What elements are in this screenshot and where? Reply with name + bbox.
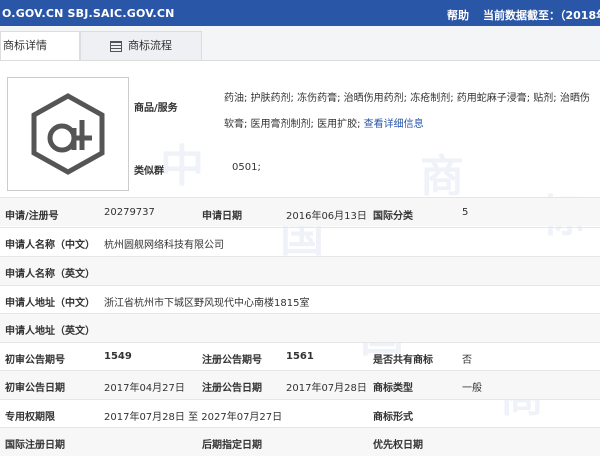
app-date-value: 2016年06月13日 bbox=[286, 211, 367, 222]
tm-form-label: 商标形式 bbox=[373, 412, 413, 423]
shared-value: 否 bbox=[462, 355, 472, 366]
reg-no-value: 20279737 bbox=[104, 207, 155, 218]
app-date-label: 申请日期 bbox=[202, 211, 242, 222]
address-cn-label: 申请人地址（中文） bbox=[5, 298, 95, 309]
address-en-label: 申请人地址（英文） bbox=[5, 326, 95, 337]
tm-type-value: 一般 bbox=[462, 383, 482, 394]
divider bbox=[0, 285, 600, 286]
tab-trademark-process[interactable]: 商标流程 bbox=[80, 31, 202, 60]
exclusive-period-value: 2017年07月28日 至 2027年07月27日 bbox=[104, 412, 283, 423]
divider bbox=[0, 399, 600, 400]
tab-label: 商标流程 bbox=[128, 39, 172, 52]
tab-trademark-details[interactable]: 商标详情 bbox=[0, 31, 80, 60]
top-bar: O.GOV.CN SBJ.SAIC.GOV.CN 帮助 当前数据截至：（2018… bbox=[0, 0, 600, 26]
address-cn-value: 浙江省杭州市下城区野风现代中心南楼1815室 bbox=[104, 298, 310, 309]
reg-notice-no-label: 注册公告期号 bbox=[202, 355, 262, 366]
intl-class-value: 5 bbox=[462, 207, 469, 218]
prelim-date-label: 初审公告日期 bbox=[5, 383, 65, 394]
help-link[interactable]: 帮助 bbox=[447, 7, 469, 23]
intl-class-label: 国际分类 bbox=[373, 211, 413, 222]
applicant-en-label: 申请人名称（英文） bbox=[5, 269, 95, 280]
exclusive-period-label: 专用权期限 bbox=[5, 412, 55, 423]
divider bbox=[0, 342, 600, 343]
later-designation-date-label: 后期指定日期 bbox=[202, 440, 262, 451]
priority-date-label: 优先权日期 bbox=[373, 440, 423, 451]
table-row bbox=[0, 428, 600, 456]
goods-services-list: 药油; 护肤药剂; 冻伤药膏; 治晒伤用药剂; 冻疮制剂; 药用蛇麻子浸膏; 贴… bbox=[224, 86, 596, 138]
reg-notice-date-value: 2017年07月28日 bbox=[286, 383, 367, 394]
reg-notice-date-label: 注册公告日期 bbox=[202, 383, 262, 394]
data-date-notice: 当前数据截至：（2018年10 bbox=[483, 9, 600, 22]
tm-type-label: 商标类型 bbox=[373, 383, 413, 394]
tab-label: 商标详情 bbox=[3, 39, 47, 52]
view-details-link[interactable]: 查看详细信息 bbox=[364, 119, 424, 130]
similar-group-value: 0501; bbox=[232, 162, 261, 173]
trademark-ai-logo-icon bbox=[31, 93, 105, 175]
watermark: 商 bbox=[420, 151, 464, 202]
applicant-cn-value: 杭州圆舰网络科技有限公司 bbox=[104, 240, 224, 251]
tab-bar: 商标详情 商标流程 bbox=[0, 26, 600, 61]
applicant-cn-label: 申请人名称（中文） bbox=[5, 240, 95, 251]
goods-services-label: 商品/服务 bbox=[134, 103, 178, 114]
intl-reg-date-label: 国际注册日期 bbox=[5, 440, 65, 451]
list-icon bbox=[110, 40, 122, 52]
prelim-no-value: 1549 bbox=[104, 351, 132, 362]
watermark: 中 bbox=[160, 141, 204, 192]
similar-group-label: 类似群 bbox=[134, 166, 164, 177]
shared-label: 是否共有商标 bbox=[373, 355, 433, 366]
divider bbox=[0, 227, 600, 228]
prelim-date-value: 2017年04月27日 bbox=[104, 383, 185, 394]
site-domain: O.GOV.CN SBJ.SAIC.GOV.CN bbox=[2, 7, 175, 20]
reg-no-label: 申请/注册号 bbox=[5, 211, 59, 222]
trademark-image bbox=[7, 77, 129, 191]
reg-notice-no-value: 1561 bbox=[286, 351, 314, 362]
prelim-no-label: 初审公告期号 bbox=[5, 355, 65, 366]
